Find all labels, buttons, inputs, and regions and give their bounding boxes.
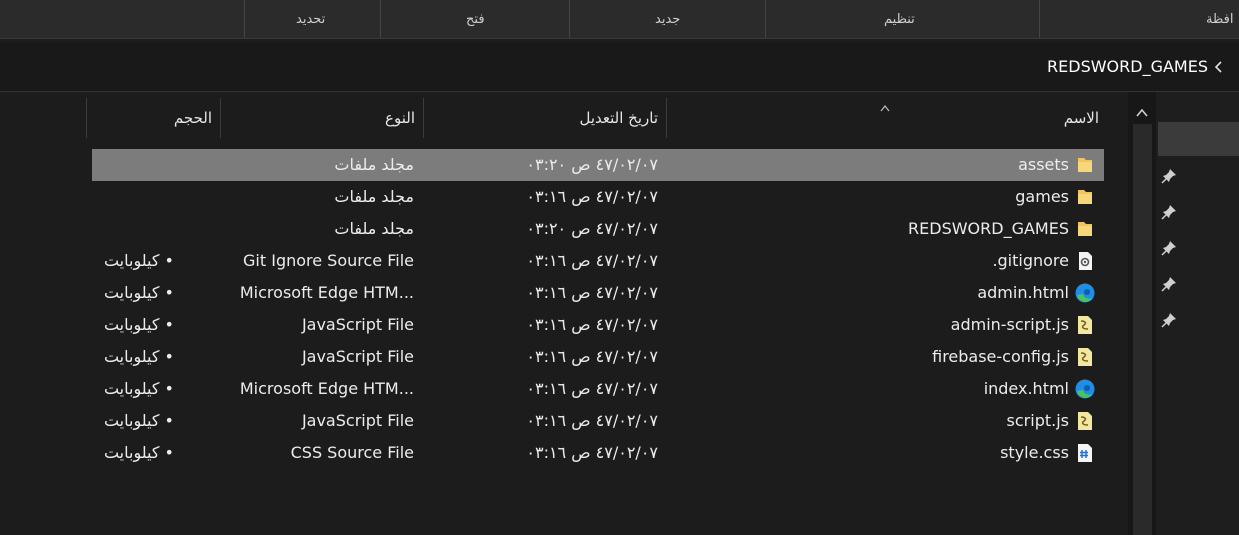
file-name: index.html — [983, 379, 1069, 398]
chevron-left-icon[interactable] — [1211, 59, 1227, 75]
file-row[interactable]: style.css ٤٧/٠٢/٠٧ ص ٠٣:١٦ CSS Source Fi… — [92, 437, 1104, 469]
column-header-date[interactable]: تاريخ التعديل — [423, 98, 666, 138]
column-header-type[interactable]: النوع — [220, 98, 423, 138]
file-size: • كيلوبايت — [103, 411, 174, 430]
file-size: • كيلوبايت — [103, 443, 174, 462]
file-type: مجلد ملفات — [334, 187, 414, 206]
file-row[interactable]: admin.html ٤٧/٠٢/٠٧ ص ٠٣:١٦ Microsoft Ed… — [92, 277, 1104, 309]
ribbon-group-clipboard[interactable]: افظة — [1206, 12, 1233, 27]
pin-icon[interactable] — [1160, 203, 1178, 221]
file-type: مجلد ملفات — [334, 155, 414, 174]
file-size: • كيلوبايت — [103, 347, 174, 366]
file-type: JavaScript File — [301, 315, 414, 334]
file-type: Git Ignore Source File — [243, 251, 414, 270]
file-row[interactable]: .gitignore ٤٧/٠٢/٠٧ ص ٠٣:١٦ Git Ignore S… — [92, 245, 1104, 277]
file-row[interactable]: firebase-config.js ٤٧/٠٢/٠٧ ص ٠٣:١٦ Java… — [92, 341, 1104, 373]
pin-icon[interactable] — [1160, 167, 1178, 185]
address-bar[interactable]: REDSWORD_GAMES — [0, 43, 1239, 91]
file-date: ٤٧/٠٢/٠٧ ص ٠٣:١٦ — [526, 283, 658, 302]
edge-icon — [1074, 282, 1096, 304]
file-size: • كيلوبايت — [103, 283, 174, 302]
file-name: style.css — [1000, 443, 1069, 462]
ribbon-separator — [380, 0, 381, 38]
ribbon-group-open[interactable]: فتح — [466, 12, 485, 27]
ribbon-separator — [569, 0, 570, 38]
file-date: ٤٧/٠٢/٠٧ ص ٠٣:١٦ — [526, 411, 658, 430]
ribbon-separator — [1039, 0, 1040, 38]
scroll-up-icon[interactable] — [1135, 104, 1149, 117]
scrollbar-track[interactable] — [1133, 124, 1152, 535]
file-date: ٤٧/٠٢/٠٧ ص ٠٣:١٦ — [526, 315, 658, 334]
pin-icon[interactable] — [1160, 275, 1178, 293]
ribbon-divider — [0, 38, 1239, 39]
file-name: assets — [1018, 155, 1069, 174]
breadcrumb-current-folder[interactable]: REDSWORD_GAMES — [1047, 57, 1208, 76]
column-header-name[interactable]: الاسم — [666, 98, 1107, 138]
js-file-icon — [1074, 314, 1096, 336]
ribbon-separator — [244, 0, 245, 38]
file-row[interactable]: index.html ٤٧/٠٢/٠٧ ص ٠٣:١٦ Microsoft Ed… — [92, 373, 1104, 405]
pin-icon[interactable] — [1160, 239, 1178, 257]
file-type: Microsoft Edge HTM... — [239, 283, 414, 302]
file-date: ٤٧/٠٢/٠٧ ص ٠٣:١٦ — [526, 251, 658, 270]
gear-file-icon — [1074, 250, 1096, 272]
file-row[interactable]: admin-script.js ٤٧/٠٢/٠٧ ص ٠٣:١٦ JavaScr… — [92, 309, 1104, 341]
nav-item-selected[interactable] — [1158, 122, 1239, 156]
file-type: Microsoft Edge HTM... — [239, 379, 414, 398]
file-size: • كيلوبايت — [103, 379, 174, 398]
css-file-icon — [1074, 442, 1096, 464]
ribbon-separator — [765, 0, 766, 38]
file-row[interactable]: script.js ٤٧/٠٢/٠٧ ص ٠٣:١٦ JavaScript Fi… — [92, 405, 1104, 437]
file-name: games — [1015, 187, 1069, 206]
file-date: ٤٧/٠٢/٠٧ ص ٠٣:١٦ — [526, 347, 658, 366]
file-name: admin-script.js — [950, 315, 1069, 334]
file-date: ٤٧/٠٢/٠٧ ص ٠٣:١٦ — [526, 443, 658, 462]
js-file-icon — [1074, 410, 1096, 432]
file-name: script.js — [1006, 411, 1069, 430]
pin-icon[interactable] — [1160, 311, 1178, 329]
file-date: ٤٧/٠٢/٠٧ ص ٠٣:٢٠ — [526, 219, 658, 238]
js-file-icon — [1074, 346, 1096, 368]
folder-icon — [1074, 218, 1096, 240]
file-name: firebase-config.js — [932, 347, 1069, 366]
file-row[interactable]: assets ٤٧/٠٢/٠٧ ص ٠٣:٢٠ مجلد ملفات — [92, 149, 1104, 181]
file-type: JavaScript File — [301, 347, 414, 366]
file-date: ٤٧/٠٢/٠٧ ص ٠٣:١٦ — [526, 379, 658, 398]
ribbon-group-organize[interactable]: تنظيم — [884, 12, 915, 27]
column-header-size[interactable]: الحجم — [86, 98, 220, 138]
file-type: مجلد ملفات — [334, 219, 414, 238]
file-row[interactable]: REDSWORD_GAMES ٤٧/٠٢/٠٧ ص ٠٣:٢٠ مجلد ملف… — [92, 213, 1104, 245]
file-date: ٤٧/٠٢/٠٧ ص ٠٣:١٦ — [526, 187, 658, 206]
file-name: REDSWORD_GAMES — [908, 219, 1069, 238]
folder-icon — [1074, 154, 1096, 176]
file-size: • كيلوبايت — [103, 315, 174, 334]
ribbon-group-new[interactable]: جديد — [655, 12, 680, 27]
file-name: .gitignore — [992, 251, 1069, 270]
folder-icon — [1074, 186, 1096, 208]
ribbon-group-select[interactable]: تحديد — [296, 12, 325, 27]
ribbon: تحديد فتح جديد تنظيم افظة — [0, 0, 1239, 38]
file-size: • كيلوبايت — [103, 251, 174, 270]
file-type: CSS Source File — [290, 443, 414, 462]
file-row[interactable]: games ٤٧/٠٢/٠٧ ص ٠٣:١٦ مجلد ملفات — [92, 181, 1104, 213]
file-type: JavaScript File — [301, 411, 414, 430]
file-name: admin.html — [977, 283, 1069, 302]
edge-icon — [1074, 378, 1096, 400]
file-date: ٤٧/٠٢/٠٧ ص ٠٣:٢٠ — [526, 155, 658, 174]
